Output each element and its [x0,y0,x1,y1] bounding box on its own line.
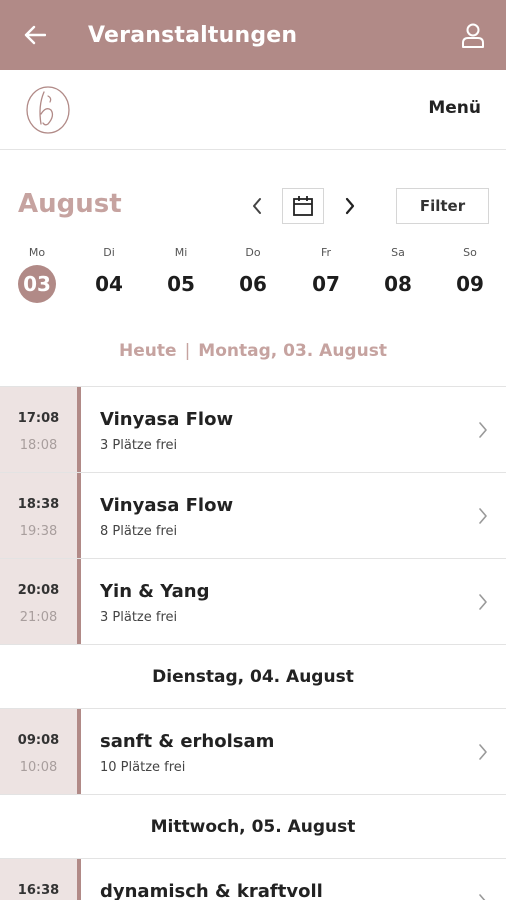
day-name: Sa [391,246,405,259]
day-name: Di [103,246,115,259]
event-end-time: 10:08 [19,760,58,775]
day-saturday[interactable]: Sa 08 [373,245,423,303]
day-heading: Dienstag, 04. August [0,644,506,708]
event-end-time: 18:08 [19,438,58,453]
event-accent-bar [77,709,81,794]
filter-button[interactable]: Filter [396,188,489,224]
day-date: 06 [239,272,267,296]
event-start-time: 20:08 [17,583,60,598]
chevron-right-icon [345,197,355,215]
page-title: Veranstaltungen [88,22,298,48]
previous-week-button[interactable] [246,193,268,219]
event-accent-bar [77,559,81,644]
event-times: 17:08 18:08 [0,387,77,472]
day-monday[interactable]: Mo 03 [12,245,62,303]
day-date: 07 [312,272,340,296]
profile-button[interactable] [458,20,488,50]
menu-button[interactable]: Menü [428,98,481,118]
event-row[interactable]: 09:08 10:08 sanft & erholsam 10 Plätze f… [0,708,506,794]
week-strip: Mo 03 Di 04 Mi 05 Do 06 Fr 07 Sa 08 So 0… [0,245,506,307]
day-name: Do [245,246,261,259]
event-start-time: 09:08 [17,733,60,748]
event-accent-bar [77,473,81,558]
event-title: Vinyasa Flow [100,495,234,516]
event-times: 09:08 10:08 [0,709,77,794]
chevron-right-icon [479,594,487,610]
day-date: 05 [167,272,195,296]
event-row[interactable]: 20:08 21:08 Yin & Yang 3 Plätze frei [0,558,506,644]
back-button[interactable] [0,0,70,70]
event-spots: 3 Plätze frei [100,438,178,453]
event-accent-bar [77,387,81,472]
event-times: 20:08 21:08 [0,559,77,644]
event-start-time: 17:08 [17,411,60,426]
day-name: So [463,246,477,259]
event-times: 18:38 19:38 [0,473,77,558]
event-list: 17:08 18:08 Vinyasa Flow 3 Plätze frei 1… [0,386,506,900]
event-end-time: 19:38 [19,524,58,539]
event-title: dynamisch & kraftvoll [100,881,323,900]
day-friday[interactable]: Fr 07 [301,245,351,303]
month-label: August [18,189,122,219]
today-date: Montag, 03. August [198,341,387,361]
event-spots: 3 Plätze frei [100,610,178,625]
chevron-right-icon [479,508,487,524]
day-date: 04 [95,272,123,296]
day-name: Fr [320,246,332,259]
month-navigation: August Filter [0,185,506,227]
day-thursday[interactable]: Do 06 [228,245,278,303]
day-tuesday[interactable]: Di 04 [84,245,134,303]
chevron-left-icon [253,198,261,214]
studio-logo[interactable] [24,84,72,136]
event-title: Yin & Yang [100,581,210,602]
today-heading: Heute | Montag, 03. August [0,341,506,361]
event-row[interactable]: 18:38 19:38 Vinyasa Flow 8 Plätze frei [0,472,506,558]
today-label: Heute [119,341,177,361]
day-heading: Mittwoch, 05. August [0,794,506,858]
chevron-right-icon [479,894,486,900]
chevron-right-icon [479,422,487,438]
event-row[interactable]: 17:08 18:08 Vinyasa Flow 3 Plätze frei [0,386,506,472]
calendar-icon [293,196,313,216]
today-separator: | [184,341,191,361]
event-accent-bar [77,859,81,900]
event-end-time: 21:08 [19,610,58,625]
day-date: 08 [384,272,412,296]
event-title: sanft & erholsam [100,731,275,752]
event-spots: 8 Plätze frei [100,524,178,539]
day-date: 09 [456,272,484,296]
calendar-button[interactable] [282,188,324,224]
event-title: Vinyasa Flow [100,409,234,430]
event-start-time: 16:38 [17,883,60,898]
next-week-button[interactable] [339,193,361,219]
chevron-right-icon [479,744,487,760]
day-wednesday[interactable]: Mi 05 [156,245,206,303]
arrow-left-icon [24,25,46,45]
day-sunday[interactable]: So 09 [445,245,495,303]
event-start-time: 18:38 [17,497,60,512]
event-times: 16:38 [0,859,77,900]
day-date: 03 [18,265,56,303]
event-spots: 10 Plätze frei [100,760,186,775]
day-name: Mi [174,246,188,259]
app-bar: Veranstaltungen [0,0,506,70]
logo-bar: Menü [0,70,506,150]
event-row[interactable]: 16:38 dynamisch & kraftvoll [0,858,506,900]
user-icon [462,23,484,48]
day-name: Mo [28,246,46,259]
